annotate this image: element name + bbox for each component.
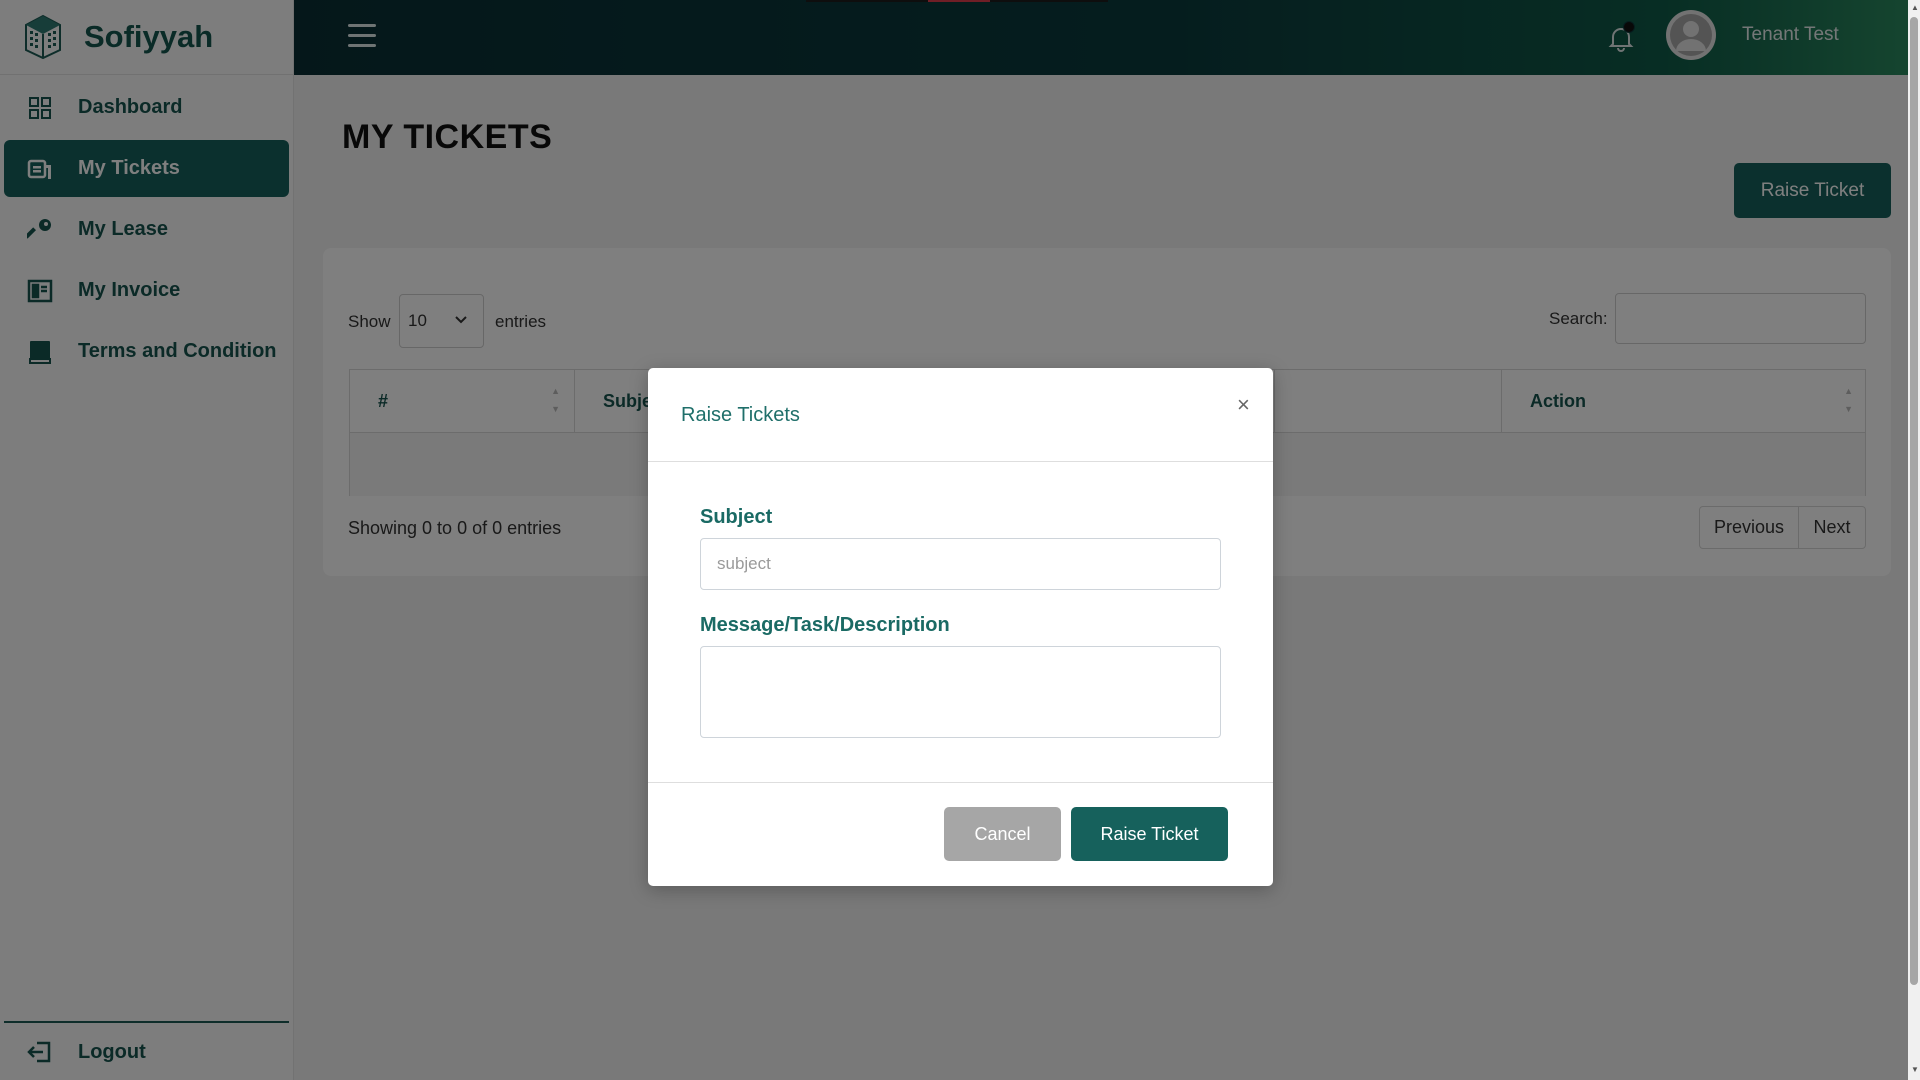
scroll-up-icon[interactable]: ▲ xyxy=(1911,3,1919,12)
scrollbar-thumb[interactable] xyxy=(1910,17,1918,985)
raise-ticket-modal: Raise Tickets × Subject Message/Task/Des… xyxy=(648,368,1273,886)
page-scrollbar[interactable]: ▲ ▼ xyxy=(1908,0,1920,1080)
cancel-button[interactable]: Cancel xyxy=(944,807,1061,861)
submit-raise-ticket-button[interactable]: Raise Ticket xyxy=(1071,807,1228,861)
message-label: Message/Task/Description xyxy=(700,614,950,636)
modal-footer: Cancel Raise Ticket xyxy=(648,782,1273,886)
subject-label: Subject xyxy=(700,506,773,528)
modal-header: Raise Tickets × xyxy=(648,368,1273,462)
subject-input[interactable] xyxy=(700,538,1221,590)
scroll-down-icon[interactable]: ▼ xyxy=(1911,1065,1919,1074)
close-icon[interactable]: × xyxy=(1237,392,1250,418)
modal-title: Raise Tickets xyxy=(681,404,800,426)
message-textarea[interactable] xyxy=(700,646,1221,738)
